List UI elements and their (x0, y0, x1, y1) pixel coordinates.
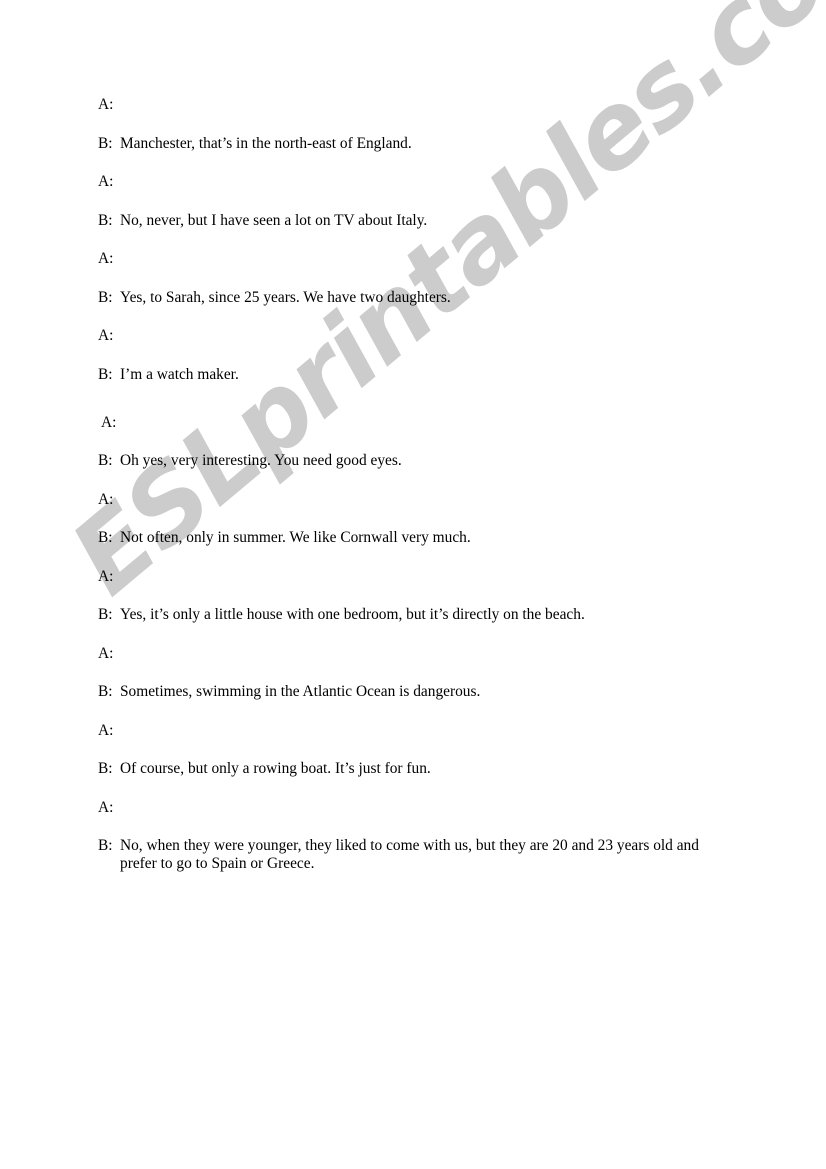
speaker-label: B: (98, 452, 113, 469)
speaker-label: B: (98, 529, 113, 546)
dialogue-answer-line: B: Yes, to Sarah, since 25 years. We have… (98, 289, 738, 307)
speaker-label: A: (98, 721, 114, 739)
dialogue-prompt-line: A: (98, 722, 738, 740)
worksheet-page: ESLprintables.com A: B: Manchester, that’s… (0, 0, 826, 1169)
dialogue-prompt-line: A: (98, 327, 738, 345)
answer-text: Yes, it’s only a little house with one b… (120, 606, 585, 623)
speaker-label: B: (98, 134, 113, 152)
speaker-label: B: (98, 365, 113, 383)
speaker-label: B: (98, 837, 113, 854)
answer-text: Manchester, that’s in the north-east of … (120, 134, 412, 152)
speaker-label: B: (98, 211, 113, 229)
answer-text: Not often, only in summer. We like Cornw… (120, 529, 471, 546)
speaker-label: A: (98, 250, 114, 267)
answer-text: No, when they were younger, they liked t… (120, 837, 699, 872)
dialogue-prompt-line: A: (98, 173, 738, 191)
speaker-label: B: (98, 683, 113, 700)
dialogue-prompt-line: A: (98, 799, 738, 817)
dialogue-prompt-line: A: (98, 96, 738, 114)
speaker-label: A: (101, 413, 117, 431)
answer-text: Of course, but only a rowing boat. It’s … (120, 760, 431, 777)
answer-text: Yes, to Sarah, since 25 years. We have t… (120, 288, 451, 306)
speaker-label: A: (98, 490, 114, 508)
dialogue-answer-line: B: Manchester, that’s in the north-east o… (98, 135, 738, 153)
dialogue-list: A: B: Manchester, that’s in the north-east… (98, 96, 738, 873)
speaker-label: A: (98, 327, 114, 344)
dialogue-prompt-line: A: (98, 645, 738, 663)
dialogue-answer-line: B: No, when they were younger, they liked… (98, 837, 738, 873)
speaker-label: A: (98, 798, 114, 816)
dialogue-answer-line: B: Sometimes, swimming in the Atlantic Oc… (98, 683, 738, 701)
speaker-label: B: (98, 760, 113, 777)
dialogue-answer-line: B: Yes, it’s only a little house with one… (98, 606, 738, 624)
dialogue-prompt-line: A: (98, 491, 738, 509)
speaker-label: A: (98, 644, 114, 662)
dialogue-prompt-line: A: (98, 568, 738, 586)
answer-text: Sometimes, swimming in the Atlantic Ocea… (120, 683, 481, 700)
dialogue-answer-line: B: Oh yes, very interesting. You need goo… (98, 452, 738, 470)
answer-text: I’m a watch maker. (120, 365, 239, 383)
answer-text: No, never, but I have seen a lot on TV a… (120, 211, 428, 229)
dialogue-answer-line: B: Of course, but only a rowing boat. It’… (98, 760, 738, 778)
speaker-label: A: (98, 567, 114, 585)
dialogue-answer-line: B: Not often, only in summer. We like Cor… (98, 529, 738, 547)
speaker-label: A: (98, 173, 114, 190)
dialogue-prompt-line: A: (98, 250, 738, 268)
dialogue-answer-line: B: I’m a watch maker. (98, 366, 738, 384)
speaker-label: B: (98, 606, 113, 623)
speaker-label: A: (98, 96, 114, 113)
dialogue-answer-line: B: No, never, but I have seen a lot on TV… (98, 212, 738, 230)
answer-text: Oh yes, very interesting. You need good … (120, 452, 402, 469)
dialogue-prompt-line: A: (98, 414, 738, 432)
speaker-label: B: (98, 288, 113, 306)
